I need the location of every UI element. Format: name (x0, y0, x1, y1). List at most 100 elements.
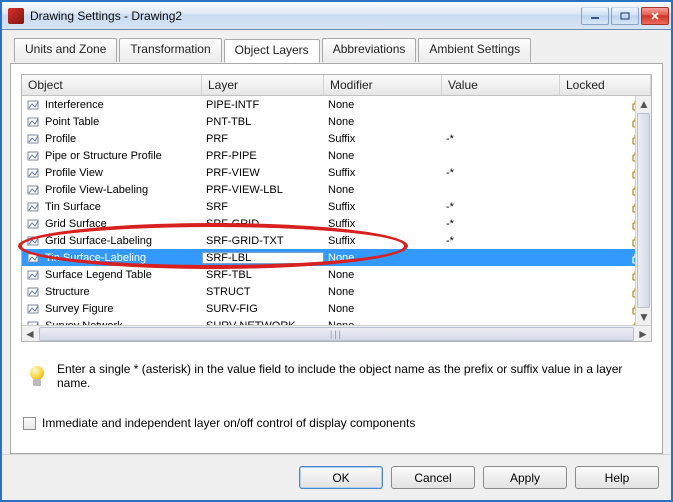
object-type-icon (26, 217, 42, 231)
table-row[interactable]: Point Table PNT-TBLNone (22, 113, 651, 130)
scroll-thumb-horizontal[interactable]: ||| (39, 327, 634, 341)
dialog-buttons: OK Cancel Apply Help (2, 454, 671, 500)
cell-layer[interactable]: PRF-VIEW-LBL (202, 184, 324, 196)
scroll-down-button[interactable]: ▼ (636, 309, 652, 325)
column-value[interactable]: Value (442, 75, 560, 95)
object-type-icon (26, 98, 42, 112)
object-type-icon (26, 251, 42, 265)
object-layers-grid[interactable]: Object Layer Modifier Value Locked Inter… (21, 74, 652, 342)
cell-layer[interactable]: PRF-VIEW (202, 167, 324, 179)
tab-abbreviations[interactable]: Abbreviations (322, 38, 417, 62)
table-row[interactable]: Survey FigureSURV-FIGNone (22, 300, 651, 317)
cell-modifier[interactable]: None (324, 269, 442, 281)
cell-layer[interactable]: SRF-TBL (202, 269, 324, 281)
cell-modifier[interactable]: None (324, 184, 442, 196)
cell-object: Point Table (45, 116, 99, 128)
cell-value[interactable]: -* (442, 218, 560, 230)
tab-units-and-zone[interactable]: Units and Zone (14, 38, 117, 62)
cell-modifier[interactable]: Suffix (324, 235, 442, 247)
help-button[interactable]: Help (575, 466, 659, 489)
ok-button[interactable]: OK (299, 466, 383, 489)
table-row[interactable]: Grid Surface SRF-GRIDSuffix-* (22, 215, 651, 232)
cell-layer[interactable]: PIPE-INTF (202, 99, 324, 111)
column-modifier[interactable]: Modifier (324, 75, 442, 95)
object-type-icon (26, 132, 42, 146)
cell-layer[interactable]: SRF-GRID-TXT (202, 235, 324, 247)
table-row[interactable]: Survey NetworkSURV-NETWORKNone (22, 317, 651, 325)
tab-ambient-settings[interactable]: Ambient Settings (418, 38, 531, 62)
object-type-icon (26, 268, 42, 282)
cell-modifier[interactable]: Suffix (324, 218, 442, 230)
cell-layer[interactable]: STRUCT (202, 286, 324, 298)
cell-layer[interactable]: PNT-TBL (202, 116, 324, 128)
object-type-icon (26, 183, 42, 197)
close-button[interactable] (641, 7, 669, 25)
lightbulb-icon (27, 366, 47, 386)
cell-layer[interactable]: SRF-LBL (202, 252, 324, 264)
cell-layer[interactable]: PRF-PIPE (202, 150, 324, 162)
cell-modifier[interactable]: Suffix (324, 133, 442, 145)
maximize-button[interactable] (611, 7, 639, 25)
cell-layer[interactable]: SURV-FIG (202, 303, 324, 315)
cancel-button[interactable]: Cancel (391, 466, 475, 489)
scrollbar-horizontal[interactable]: ◄ ||| ► (22, 325, 651, 341)
object-type-icon (26, 149, 42, 163)
cell-modifier[interactable]: None (324, 150, 442, 162)
cell-layer[interactable]: PRF (202, 133, 324, 145)
cell-object: Interference (45, 99, 104, 111)
object-type-icon (26, 166, 42, 180)
scroll-up-button[interactable]: ▲ (636, 96, 652, 112)
column-locked[interactable]: Locked (560, 75, 651, 95)
cell-object: Profile View-Labeling (45, 184, 148, 196)
immediate-control-row: Immediate and independent layer on/off c… (21, 416, 652, 430)
table-row[interactable]: ProfilePRFSuffix-* (22, 130, 651, 147)
cell-object: Pipe or Structure Profile (45, 150, 162, 162)
hint-row: Enter a single * (asterisk) in the value… (21, 362, 652, 390)
scroll-thumb-vertical[interactable] (637, 113, 650, 308)
table-row[interactable]: Tin Surface-LabelingSRF-LBLNone (22, 249, 651, 266)
apply-button[interactable]: Apply (483, 466, 567, 489)
tab-panel: Object Layer Modifier Value Locked Inter… (10, 63, 663, 454)
object-type-icon (26, 200, 42, 214)
table-row[interactable]: Grid Surface-LabelingSRF-GRID-TXTSuffix-… (22, 232, 651, 249)
cell-modifier[interactable]: None (324, 99, 442, 111)
scroll-left-button[interactable]: ◄ (22, 326, 38, 342)
minimize-button[interactable] (581, 7, 609, 25)
cell-object: Grid Surface (45, 218, 107, 230)
table-row[interactable]: Structure STRUCTNone (22, 283, 651, 300)
cell-modifier[interactable]: Suffix (324, 167, 442, 179)
table-row[interactable]: Pipe or Structure Profile PRF-PIPENone (22, 147, 651, 164)
immediate-control-label: Immediate and independent layer on/off c… (42, 416, 415, 430)
scrollbar-vertical[interactable]: ▲ ▼ (635, 96, 651, 325)
cell-value[interactable]: -* (442, 133, 560, 145)
cell-object: Structure (45, 286, 90, 298)
tab-transformation[interactable]: Transformation (119, 38, 221, 62)
cell-modifier[interactable]: Suffix (324, 201, 442, 213)
tab-bar: Units and Zone Transformation Object Lay… (10, 38, 663, 62)
table-row[interactable]: Profile View-Labeling PRF-VIEW-LBLNone (22, 181, 651, 198)
cell-modifier[interactable]: None (324, 286, 442, 298)
cell-layer[interactable]: SRF-GRID (202, 218, 324, 230)
hint-text: Enter a single * (asterisk) in the value… (57, 362, 646, 390)
column-object[interactable]: Object (22, 75, 202, 95)
tab-object-layers[interactable]: Object Layers (224, 39, 320, 63)
cell-value[interactable]: -* (442, 235, 560, 247)
cell-modifier[interactable]: None (324, 116, 442, 128)
immediate-control-checkbox[interactable] (23, 417, 36, 430)
cell-layer[interactable]: SRF (202, 201, 324, 213)
column-layer[interactable]: Layer (202, 75, 324, 95)
cell-value[interactable]: -* (442, 167, 560, 179)
table-row[interactable]: Profile ViewPRF-VIEWSuffix-* (22, 164, 651, 181)
cell-modifier[interactable]: None (324, 252, 442, 264)
cell-modifier[interactable]: None (324, 303, 442, 315)
table-row[interactable]: Interference PIPE-INTFNone (22, 96, 651, 113)
cell-value[interactable]: -* (442, 201, 560, 213)
window-buttons (581, 7, 669, 25)
grid-body[interactable]: InterferencePIPE-INTFNonePoint TablePNT-… (22, 96, 651, 325)
scroll-right-button[interactable]: ► (635, 326, 651, 342)
window-title: Drawing Settings - Drawing2 (30, 9, 581, 23)
table-row[interactable]: Surface Legend Table SRF-TBLNone (22, 266, 651, 283)
cell-object: Surface Legend Table (45, 269, 152, 281)
app-icon (8, 8, 24, 24)
table-row[interactable]: Tin SurfaceSRFSuffix-* (22, 198, 651, 215)
